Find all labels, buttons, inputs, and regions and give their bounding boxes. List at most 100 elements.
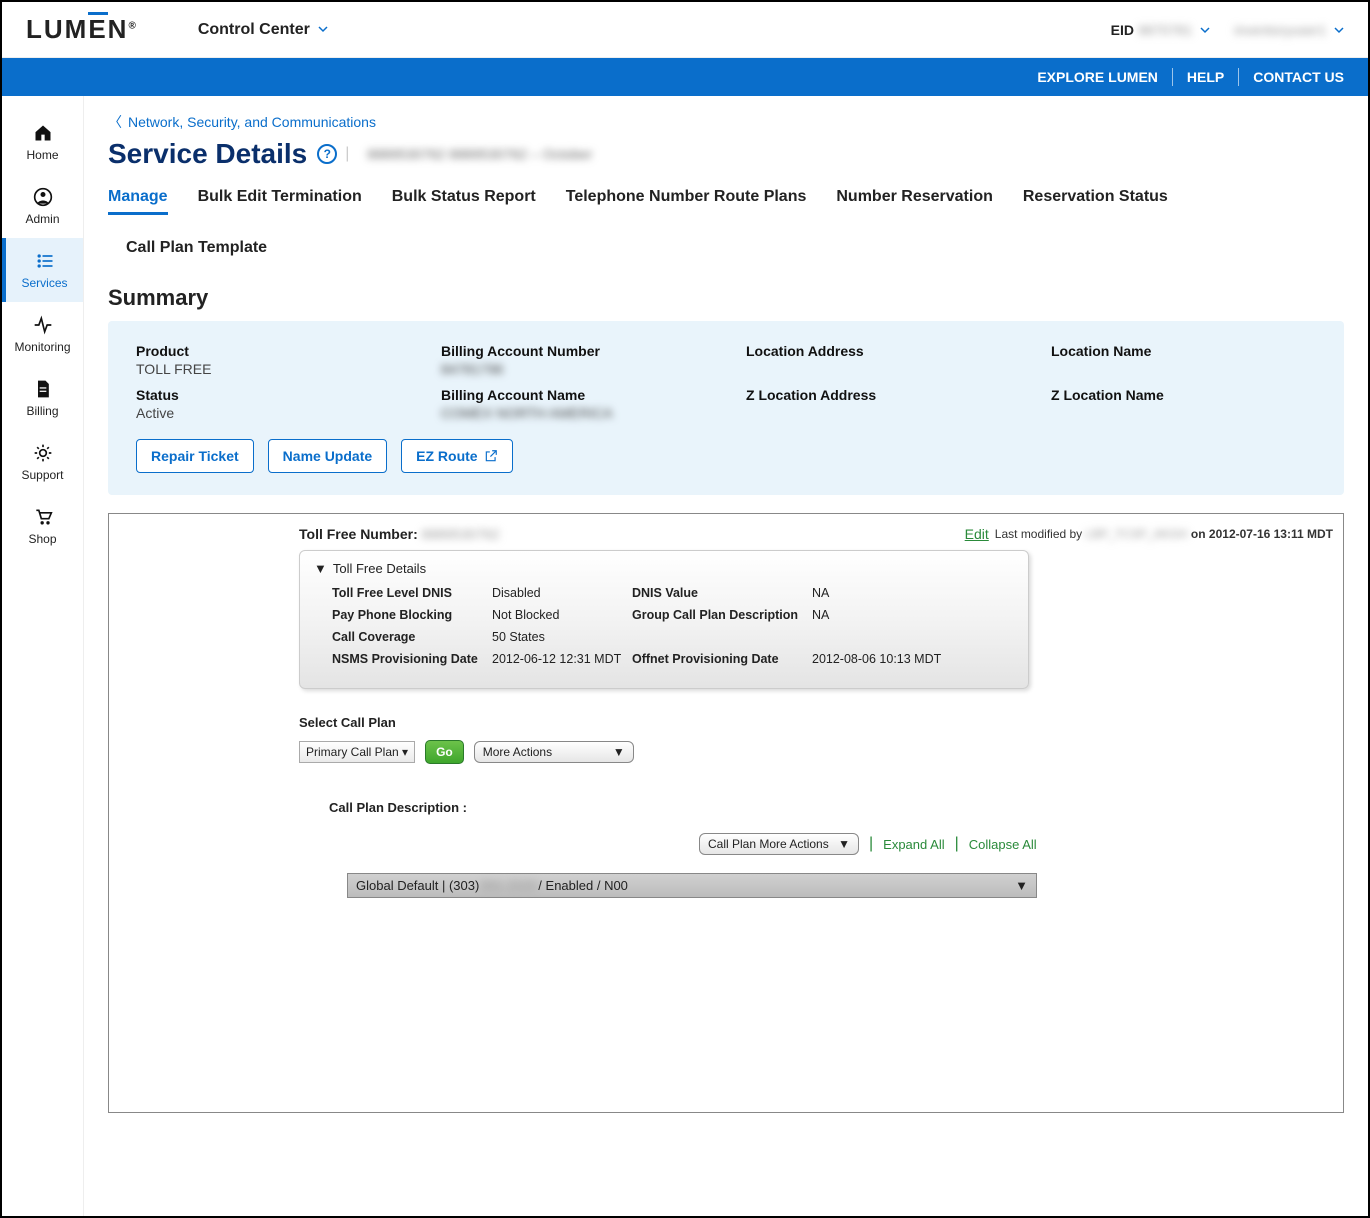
name-update-button[interactable]: Name Update: [268, 439, 387, 473]
sidebar-item-shop[interactable]: Shop: [2, 494, 83, 558]
select-call-plan-label: Select Call Plan: [299, 715, 1333, 730]
label-nsms-date: NSMS Provisioning Date: [332, 652, 482, 666]
collapse-all-link[interactable]: Collapse All: [969, 837, 1037, 852]
sidebar: Home Admin Services Monitoring Billing S…: [2, 96, 84, 1216]
global-default-suffix: / Enabled / N00: [538, 878, 628, 893]
chevron-down-icon: [1200, 25, 1210, 35]
value-offnet-date: 2012-08-06 10:13 MDT: [812, 652, 962, 666]
call-plan-select[interactable]: Primary Call Plan ▾: [299, 741, 415, 763]
user-menu[interactable]: inventoryuser1: [1234, 22, 1344, 38]
tab-call-plan-template[interactable]: Call Plan Template: [126, 239, 267, 263]
toll-free-details-title: Toll Free Details: [333, 561, 426, 576]
label-product: Product: [136, 343, 401, 359]
home-icon: [32, 122, 54, 144]
user-icon: [32, 186, 54, 208]
sidebar-item-home[interactable]: Home: [2, 110, 83, 174]
activity-icon: [32, 314, 54, 336]
sidebar-item-label: Shop: [28, 532, 56, 546]
call-plan-more-actions-select[interactable]: Call Plan More Actions ▼: [699, 833, 859, 855]
global-default-prefix: Global Default | (303): [356, 878, 479, 893]
page-title-extra: 8889530762 8889530762 – October: [367, 146, 592, 162]
label-z-location-name: Z Location Name: [1051, 387, 1316, 403]
control-center-label: Control Center: [198, 21, 310, 38]
more-actions-label: More Actions: [483, 745, 552, 759]
sidebar-item-monitoring[interactable]: Monitoring: [2, 302, 83, 366]
tab-bulk-status-report[interactable]: Bulk Status Report: [392, 188, 536, 215]
chevron-down-icon: [1334, 25, 1344, 35]
control-center-menu[interactable]: Control Center: [198, 21, 328, 39]
sidebar-item-billing[interactable]: Billing: [2, 366, 83, 430]
brand-logo: LUMEN®: [26, 14, 138, 45]
sidebar-item-support[interactable]: Support: [2, 430, 83, 494]
value-call-coverage: 50 States: [492, 630, 622, 644]
value-product: TOLL FREE: [136, 361, 401, 377]
triangle-down-icon: ▼: [314, 561, 327, 576]
ez-route-button[interactable]: EZ Route: [401, 439, 512, 473]
value-group-call-plan-desc: NA: [812, 608, 962, 622]
main-content: 〈 Network, Security, and Communications …: [84, 96, 1368, 1216]
expand-all-link[interactable]: Expand All: [883, 837, 944, 852]
tabs: Manage Bulk Edit Termination Bulk Status…: [108, 188, 1344, 263]
cart-icon: [32, 506, 54, 528]
label-dnis-value: DNIS Value: [632, 586, 802, 600]
last-modified: Last modified by LBP_TCSP_AKGH on 2012-0…: [995, 527, 1333, 541]
breadcrumb[interactable]: 〈 Network, Security, and Communications: [108, 112, 1344, 132]
legacy-frame[interactable]: Toll Free Number: 8889530762 Edit Last m…: [108, 513, 1344, 1113]
label-baname: Billing Account Name: [441, 387, 706, 403]
name-update-label: Name Update: [283, 448, 372, 464]
link-explore-lumen[interactable]: EXPLORE LUMEN: [1037, 69, 1158, 85]
call-plan-more-actions-label: Call Plan More Actions: [708, 837, 829, 851]
edit-link[interactable]: Edit: [965, 526, 989, 542]
toll-free-details-header[interactable]: ▼ Toll Free Details: [314, 561, 1014, 576]
top-links-bar: EXPLORE LUMEN HELP CONTACT US: [2, 58, 1368, 96]
triangle-down-icon: ▼: [838, 837, 850, 851]
value-ban: 84781796: [441, 361, 706, 377]
sidebar-item-label: Home: [26, 148, 58, 162]
tab-reservation-status[interactable]: Reservation Status: [1023, 188, 1168, 215]
label-z-location-address: Z Location Address: [746, 387, 1011, 403]
sidebar-item-label: Monitoring: [14, 340, 70, 354]
sidebar-item-admin[interactable]: Admin: [2, 174, 83, 238]
label-pay-phone-blocking: Pay Phone Blocking: [332, 608, 482, 622]
separator: [1172, 68, 1173, 86]
eid-label: EID: [1111, 22, 1134, 38]
ez-route-label: EZ Route: [416, 448, 477, 464]
label-ban: Billing Account Number: [441, 343, 706, 359]
toll-free-header: Toll Free Number: 8889530762 Edit Last m…: [299, 526, 1333, 542]
tab-bulk-edit-termination[interactable]: Bulk Edit Termination: [198, 188, 362, 215]
eid-menu[interactable]: EID 9870781: [1111, 22, 1211, 38]
sidebar-item-label: Admin: [25, 212, 59, 226]
link-help[interactable]: HELP: [1187, 69, 1224, 85]
header-right: EID 9870781 inventoryuser1: [1111, 22, 1344, 38]
value-pay-phone-blocking: Not Blocked: [492, 608, 622, 622]
link-contact-us[interactable]: CONTACT US: [1253, 69, 1344, 85]
label-dnis: Toll Free Level DNIS: [332, 586, 482, 600]
sidebar-item-label: Billing: [26, 404, 58, 418]
external-link-icon: [484, 449, 498, 463]
sidebar-item-label: Services: [21, 276, 67, 290]
last-modified-by: LBP_TCSP_AKGH: [1086, 527, 1188, 541]
help-icon[interactable]: ?: [317, 144, 337, 164]
page-title-text: Service Details: [108, 138, 307, 170]
global-default-row[interactable]: Global Default | (303) 891-2020 / Enable…: [347, 873, 1037, 898]
tab-manage[interactable]: Manage: [108, 188, 168, 215]
repair-ticket-button[interactable]: Repair Ticket: [136, 439, 254, 473]
username: inventoryuser1: [1234, 22, 1326, 38]
toll-free-number-value: 8889530762: [422, 526, 500, 542]
toll-free-number-label: Toll Free Number:: [299, 526, 418, 542]
separator: [1238, 68, 1239, 86]
more-actions-select[interactable]: More Actions▼: [474, 741, 634, 763]
tab-number-reservation[interactable]: Number Reservation: [836, 188, 993, 215]
value-baname: COMEX NORTH AMERICA: [441, 405, 706, 421]
value-status: Active: [136, 405, 401, 421]
go-button[interactable]: Go: [425, 740, 464, 764]
value-dnis: Disabled: [492, 586, 622, 600]
value-dnis-value: NA: [812, 586, 962, 600]
label-call-coverage: Call Coverage: [332, 630, 482, 644]
chevron-left-icon: 〈: [108, 112, 122, 132]
value-nsms-date: 2012-06-12 12:31 MDT: [492, 652, 622, 666]
gear-icon: [32, 442, 54, 464]
sidebar-item-services[interactable]: Services: [2, 238, 83, 302]
last-modified-prefix: Last modified by: [995, 527, 1082, 541]
tab-telephone-number-route-plans[interactable]: Telephone Number Route Plans: [566, 188, 807, 215]
